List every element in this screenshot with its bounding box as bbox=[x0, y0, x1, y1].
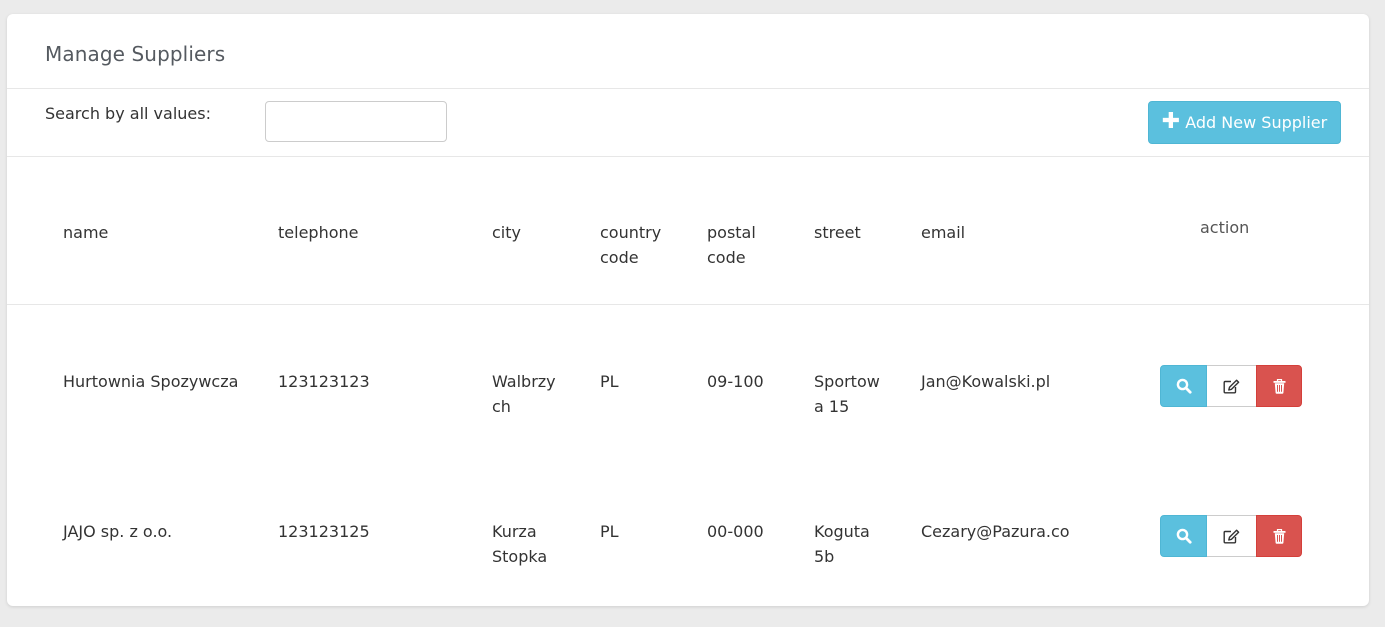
cell-name: Hurtownia Spozywcza bbox=[63, 372, 239, 391]
cell-telephone: 123123123 bbox=[278, 372, 370, 391]
column-header-email[interactable]: email bbox=[921, 220, 965, 245]
cell-line: Walbrzy bbox=[492, 372, 556, 391]
column-header-action: action bbox=[1200, 218, 1250, 237]
plus-icon: ✚ bbox=[1161, 108, 1181, 134]
trash-icon bbox=[1273, 378, 1285, 394]
cell-country-code: PL bbox=[600, 372, 619, 391]
divider bbox=[7, 304, 1369, 305]
column-header-city[interactable]: city bbox=[492, 220, 521, 245]
cell-postal-code: 00-000 bbox=[707, 522, 764, 541]
column-header-country-code[interactable]: country code bbox=[600, 220, 661, 270]
cell-email: Jan@Kowalski.pl bbox=[921, 372, 1051, 391]
cell-street: Koguta 5b bbox=[814, 519, 870, 569]
cell-line: Sportow bbox=[814, 372, 880, 391]
search-icon bbox=[1176, 528, 1192, 544]
cell-line: Koguta bbox=[814, 522, 870, 541]
delete-button[interactable] bbox=[1256, 365, 1302, 407]
cell-line: Kurza bbox=[492, 522, 537, 541]
edit-icon bbox=[1223, 379, 1240, 393]
header-line: country bbox=[600, 223, 662, 242]
cell-line: a 15 bbox=[814, 397, 850, 416]
add-new-supplier-label: Add New Supplier bbox=[1185, 113, 1328, 132]
cell-street: Sportow a 15 bbox=[814, 369, 880, 419]
suppliers-panel: Manage Suppliers Search by all values: ✚… bbox=[7, 14, 1369, 606]
search-input[interactable] bbox=[265, 101, 447, 142]
view-button[interactable] bbox=[1160, 365, 1207, 407]
column-header-street[interactable]: street bbox=[814, 220, 861, 245]
delete-button[interactable] bbox=[1256, 515, 1302, 557]
edit-icon bbox=[1223, 529, 1240, 543]
cell-name: JAJO sp. z o.o. bbox=[63, 522, 173, 541]
edit-button[interactable] bbox=[1207, 365, 1256, 407]
search-label: Search by all values: bbox=[45, 104, 211, 123]
edit-button[interactable] bbox=[1207, 515, 1256, 557]
add-new-supplier-button[interactable]: ✚ Add New Supplier bbox=[1148, 101, 1341, 144]
cell-telephone: 123123125 bbox=[278, 522, 370, 541]
cell-line: ch bbox=[492, 397, 511, 416]
divider bbox=[7, 88, 1369, 89]
row-actions bbox=[1160, 515, 1302, 557]
cell-postal-code: 09-100 bbox=[707, 372, 764, 391]
trash-icon bbox=[1273, 528, 1285, 544]
row-actions bbox=[1160, 365, 1302, 407]
header-line: code bbox=[707, 248, 746, 267]
column-header-postal-code[interactable]: postal code bbox=[707, 220, 756, 270]
cell-city: Walbrzy ch bbox=[492, 369, 556, 419]
header-line: postal bbox=[707, 223, 756, 242]
cell-line: 5b bbox=[814, 547, 835, 566]
view-button[interactable] bbox=[1160, 515, 1207, 557]
cell-email: Cezary@Pazura.co bbox=[921, 522, 1070, 541]
column-header-telephone[interactable]: telephone bbox=[278, 220, 358, 245]
column-header-name[interactable]: name bbox=[63, 220, 108, 245]
cell-country-code: PL bbox=[600, 522, 619, 541]
header-line: code bbox=[600, 248, 639, 267]
search-icon bbox=[1176, 378, 1192, 394]
cell-line: Stopka bbox=[492, 547, 548, 566]
page-title: Manage Suppliers bbox=[45, 42, 226, 66]
cell-city: Kurza Stopka bbox=[492, 519, 547, 569]
divider bbox=[7, 156, 1369, 157]
